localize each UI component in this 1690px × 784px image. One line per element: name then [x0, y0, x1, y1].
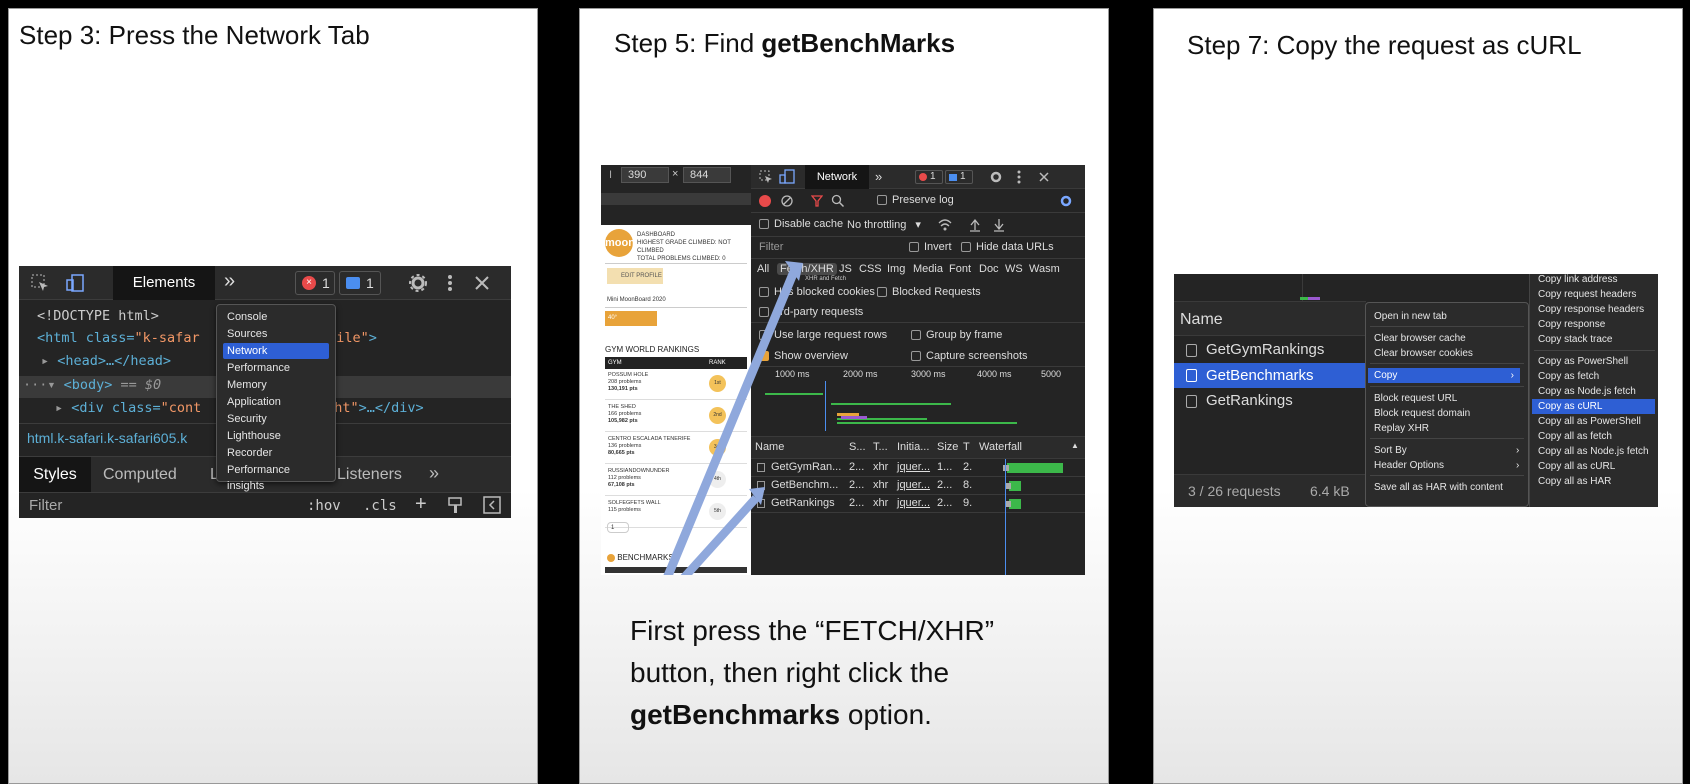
menu-item-save-har[interactable]: Save all as HAR with content [1374, 480, 1503, 495]
chevron-right-icon: › [1516, 445, 1520, 456]
menu-item-block-domain[interactable]: Block request domain [1374, 406, 1470, 421]
menu-item-copy-nodejs-fetch[interactable]: Copy as Node.js fetch [1538, 384, 1636, 399]
tab-event-listeners[interactable]: Listeners [337, 466, 402, 484]
styles-filter-bar: Filter :hov .cls + [19, 492, 511, 518]
cls-toggle[interactable]: .cls [363, 498, 397, 514]
network-screenshot: I 390 × 844 moon DASHBOARD HIGHEST GRADE … [601, 165, 1085, 575]
menu-item-copy-all-powershell[interactable]: Copy all as PowerShell [1538, 414, 1641, 429]
menu-item-replay-xhr[interactable]: Replay XHR [1374, 421, 1429, 436]
menu-item-copy[interactable]: Copy › [1368, 368, 1520, 383]
menu-item-copy-all-fetch[interactable]: Copy all as fetch [1538, 429, 1612, 444]
step5-caption: First press the “FETCH/XHR” button, then… [630, 615, 995, 730]
menu-item-copy-all-curl[interactable]: Copy all as cURL [1538, 459, 1615, 474]
request-row[interactable]: GetGymRankings [1174, 338, 1366, 362]
paint-brush-icon[interactable] [447, 496, 463, 514]
menu-item-sort-by[interactable]: Sort By › [1374, 443, 1524, 458]
doctype-line: <!DOCTYPE html> [37, 308, 159, 324]
col-name[interactable]: Name [1180, 311, 1223, 329]
menu-item-security[interactable]: Security [223, 411, 329, 427]
menu-item-sources[interactable]: Sources [223, 326, 329, 342]
step7-title: Step 7: Copy the request as cURL [1187, 30, 1582, 60]
menu-item-copy-response-headers[interactable]: Copy response headers [1538, 302, 1644, 317]
body-line[interactable]: ···▾ <body> == $0 [23, 377, 161, 393]
more-tools-menu: Console Sources Network Performance Memo… [216, 304, 336, 492]
breadcrumb[interactable]: html.k-safari.k-safari605.k [27, 430, 187, 446]
inspect-icon[interactable] [31, 274, 49, 292]
device-toolbar-icon[interactable] [65, 273, 85, 293]
toggle-sidebar-icon[interactable] [483, 496, 501, 514]
requests-name-column: Name GetGymRankings GetBenchmarks GetRan… [1174, 274, 1366, 507]
more-subtabs-icon[interactable]: » [429, 463, 439, 484]
tab-computed[interactable]: Computed [103, 466, 177, 484]
chevron-right-icon: › [1516, 460, 1520, 471]
menu-item-copy-link[interactable]: Copy link address [1538, 274, 1617, 287]
hov-toggle[interactable]: :hov [307, 498, 341, 514]
new-rule-icon[interactable]: + [415, 493, 427, 516]
menu-item-copy-all-har[interactable]: Copy all as HAR [1538, 474, 1611, 489]
menu-item-lighthouse[interactable]: Lighthouse [223, 428, 329, 444]
chevron-right-icon: › [1510, 370, 1514, 381]
tab-styles[interactable]: Styles [19, 457, 91, 493]
message-count-badge[interactable]: 1 [339, 271, 381, 295]
menu-item-block-url[interactable]: Block request URL [1374, 391, 1457, 406]
more-tabs-icon[interactable]: » [224, 270, 235, 293]
menu-item-copy-as-curl[interactable]: Copy as cURL [1532, 399, 1655, 414]
menu-item-copy-response[interactable]: Copy response [1538, 317, 1605, 332]
request-context-menu: Open in new tab Clear browser cache Clea… [1365, 302, 1529, 507]
menu-item-header-options[interactable]: Header Options › [1374, 458, 1524, 473]
copy-submenu: Copy link address Copy request headers C… [1529, 274, 1658, 507]
context-menu-screenshot: Name GetGymRankings GetBenchmarks GetRan… [1174, 274, 1658, 507]
arrow-to-getbenchmarks [680, 495, 759, 575]
menu-item-memory[interactable]: Memory [223, 377, 329, 393]
menu-item-copy-request-headers[interactable]: Copy request headers [1538, 287, 1636, 302]
menu-item-application[interactable]: Application [223, 394, 329, 410]
menu-item-clear-cookies[interactable]: Clear browser cookies [1374, 346, 1473, 361]
instruction-arrows [663, 261, 803, 575]
menu-item-copy-fetch[interactable]: Copy as fetch [1538, 369, 1599, 384]
request-count: 3 / 26 requests [1188, 483, 1281, 499]
menu-item-copy-all-nodejs-fetch[interactable]: Copy all as Node.js fetch [1538, 444, 1649, 459]
step5-title: Step 5: Find getBenchMarks [614, 28, 956, 58]
menu-item-copy-stack-trace[interactable]: Copy stack trace [1538, 332, 1612, 347]
menu-item-performance[interactable]: Performance [223, 360, 329, 376]
tab-elements[interactable]: Elements [113, 266, 215, 300]
step3-title: Step 3: Press the Network Tab [19, 20, 370, 50]
message-icon [346, 277, 360, 289]
gear-icon[interactable] [409, 274, 427, 292]
head-line[interactable]: ▸ <head>…</head> [41, 353, 171, 369]
menu-item-network[interactable]: Network [223, 343, 329, 359]
styles-filter-input[interactable]: Filter [29, 497, 62, 514]
menu-item-clear-cache[interactable]: Clear browser cache [1374, 331, 1466, 346]
transfer-size: 6.4 kB [1310, 483, 1350, 499]
close-icon[interactable] [475, 276, 489, 290]
menu-item-open-new-tab[interactable]: Open in new tab [1374, 309, 1447, 324]
menu-item-copy-powershell[interactable]: Copy as PowerShell [1538, 354, 1628, 369]
request-row-selected[interactable]: GetBenchmarks [1174, 363, 1366, 388]
network-status-bar: 3 / 26 requests 6.4 kB [1174, 474, 1366, 507]
menu-item-performance-insights[interactable]: Performance insights [223, 462, 329, 492]
request-row[interactable]: GetRankings [1174, 389, 1366, 413]
kebab-menu-icon[interactable] [447, 274, 453, 292]
menu-item-recorder[interactable]: Recorder [223, 445, 329, 461]
error-icon: × [302, 276, 316, 290]
devtools-tabbar: Elements » × 1 1 [19, 266, 511, 300]
elements-devtools: Elements » × 1 1 <!DOCTYPE html> <html cl… [19, 266, 511, 518]
error-count-badge[interactable]: × 1 [295, 271, 335, 295]
menu-item-console[interactable]: Console [223, 309, 329, 325]
